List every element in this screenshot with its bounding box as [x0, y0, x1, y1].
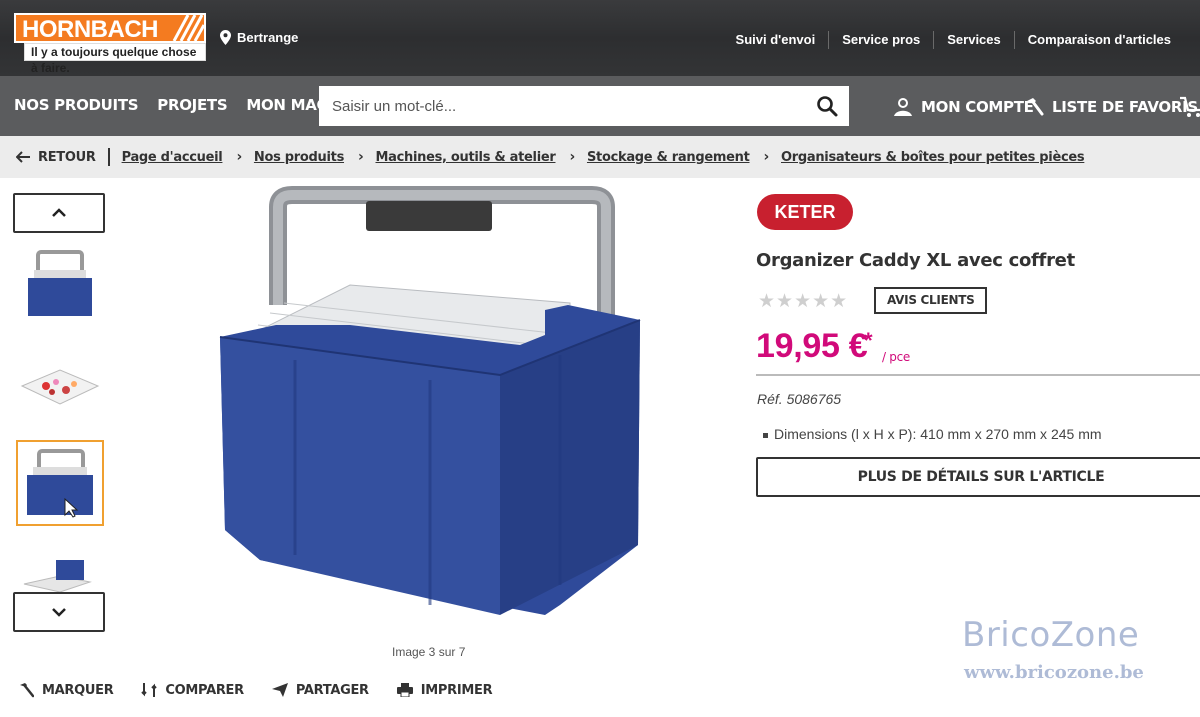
product-dimensions: Dimensions (l x H x P): 410 mm x 270 mm … — [763, 426, 1102, 442]
price-unit: / pce — [882, 350, 910, 364]
product-main-image[interactable] — [200, 185, 660, 630]
nav-links: NOS PRODUITS PROJETS MON MAGASIN — [14, 96, 368, 114]
cart-icon[interactable] — [1180, 96, 1200, 118]
compare-button[interactable]: COMPARER — [141, 682, 244, 698]
link-comparaison-articles[interactable]: Comparaison d'articles — [1013, 31, 1184, 49]
thumbnail-scroll-up-button[interactable] — [13, 193, 105, 233]
brand-logo[interactable]: KETER — [756, 193, 854, 231]
thumbnail-4[interactable] — [16, 540, 104, 592]
product-title: Organizer Caddy XL avec coffret — [756, 250, 1075, 271]
account-icon — [894, 98, 912, 116]
compare-arrows-icon — [141, 683, 158, 697]
customer-reviews-button[interactable]: AVIS CLIENTS — [874, 287, 988, 314]
watermark-url: www.bricozone.be — [964, 662, 1144, 683]
chevron-right-icon: › — [358, 149, 364, 165]
watermark-title: BricoZone — [962, 615, 1140, 655]
chevron-up-icon — [52, 208, 66, 217]
image-counter: Image 3 sur 7 — [392, 645, 466, 659]
link-suivi-envoi[interactable]: Suivi d'envoi — [723, 31, 829, 49]
mark-label: MARQUER — [42, 682, 114, 698]
location-pin-icon — [220, 30, 231, 45]
hammer-icon — [20, 683, 34, 698]
chevron-right-icon: › — [763, 149, 770, 165]
thumbnail-image — [23, 560, 92, 592]
breadcrumb-item: › Nos produits — [222, 149, 344, 165]
breadcrumb-organisateurs[interactable]: Organisateurs & boîtes pour petites pièc… — [781, 150, 1085, 165]
thumbnail-image — [27, 449, 93, 518]
my-account-label: MON COMPTE — [921, 98, 1034, 116]
logo-banner: HORNBACH — [14, 13, 206, 43]
breadcrumb-item: › Machines, outils & atelier — [344, 149, 556, 165]
thumbnail-2[interactable] — [16, 343, 104, 429]
link-services[interactable]: Services — [933, 31, 1014, 49]
rating-stars: ★★★★★ — [758, 291, 849, 312]
link-service-pros[interactable]: Service pros — [828, 31, 933, 49]
logo-stripes-icon — [172, 15, 204, 41]
printer-icon — [396, 683, 413, 697]
chevron-down-icon — [52, 608, 66, 617]
compare-label: COMPARER — [165, 682, 244, 698]
print-label: IMPRIMER — [420, 682, 493, 698]
share-button[interactable]: PARTAGER — [271, 682, 369, 698]
store-location[interactable]: Bertrange — [220, 30, 298, 45]
hammer-icon — [1027, 98, 1044, 116]
search-input[interactable] — [319, 86, 789, 126]
breadcrumb-item: Page d'accueil — [122, 150, 223, 165]
breadcrumb-stockage[interactable]: Stockage & rangement — [587, 150, 750, 165]
top-links: Suivi d'envoi Service pros Services Comp… — [723, 31, 1184, 49]
brand-name: KETER — [774, 202, 835, 222]
favorites-list[interactable]: LISTE DE FAVORIS — [1024, 97, 1198, 117]
hornbach-logo[interactable]: HORNBACH Il y a toujours quelque chose à… — [14, 13, 206, 75]
print-button[interactable]: IMPRIMER — [396, 682, 493, 698]
share-plane-icon — [271, 683, 288, 697]
back-link[interactable]: RETOUR — [16, 148, 110, 166]
chevron-right-icon: › — [569, 149, 575, 165]
breadcrumb: RETOUR Page d'accueil › Nos produits › M… — [0, 136, 1200, 178]
nav-projets[interactable]: PROJETS — [157, 96, 227, 114]
thumbnail-image — [28, 250, 92, 316]
mark-button[interactable]: MARQUER — [18, 682, 114, 698]
breadcrumb-item: › Stockage & rangement — [555, 149, 749, 165]
product-actions: MARQUER COMPARER PARTAGER IMPRIMER — [18, 682, 493, 698]
chevron-right-icon: › — [236, 149, 242, 165]
divider — [756, 374, 1200, 376]
search-bar — [319, 86, 849, 126]
thumbnail-3[interactable] — [16, 440, 104, 526]
breadcrumb-home[interactable]: Page d'accueil — [122, 150, 223, 165]
my-account[interactable]: MON COMPTE — [893, 97, 1034, 117]
store-location-label: Bertrange — [237, 30, 299, 45]
favorites-label: LISTE DE FAVORIS — [1052, 98, 1198, 116]
thumbnail-1[interactable] — [16, 243, 104, 329]
back-label: RETOUR — [38, 149, 96, 165]
thumbnail-image — [20, 369, 100, 405]
logo-tagline: Il y a toujours quelque chose à faire. — [24, 43, 206, 75]
search-icon[interactable] — [815, 94, 839, 118]
breadcrumb-item: › Organisateurs & boîtes pour petites pi… — [750, 149, 1085, 165]
product-reference: Réf. 5086765 — [757, 391, 842, 407]
breadcrumb-nos-produits[interactable]: Nos produits — [254, 150, 344, 165]
logo-wordmark: HORNBACH — [22, 16, 159, 43]
more-details-button[interactable]: PLUS DE DÉTAILS SUR L'ARTICLE — [756, 457, 1200, 497]
product-price: 19,95 € — [756, 327, 868, 365]
share-label: PARTAGER — [295, 682, 369, 698]
nav-nos-produits[interactable]: NOS PRODUITS — [14, 96, 139, 114]
price-footnote-mark: * — [864, 328, 873, 353]
top-bar: HORNBACH Il y a toujours quelque chose à… — [0, 0, 1200, 76]
main-nav: NOS PRODUITS PROJETS MON MAGASIN MON COM… — [0, 76, 1200, 136]
arrow-left-icon — [16, 151, 30, 163]
breadcrumb-machines[interactable]: Machines, outils & atelier — [376, 150, 556, 165]
thumbnail-scroll-down-button[interactable] — [13, 592, 105, 632]
